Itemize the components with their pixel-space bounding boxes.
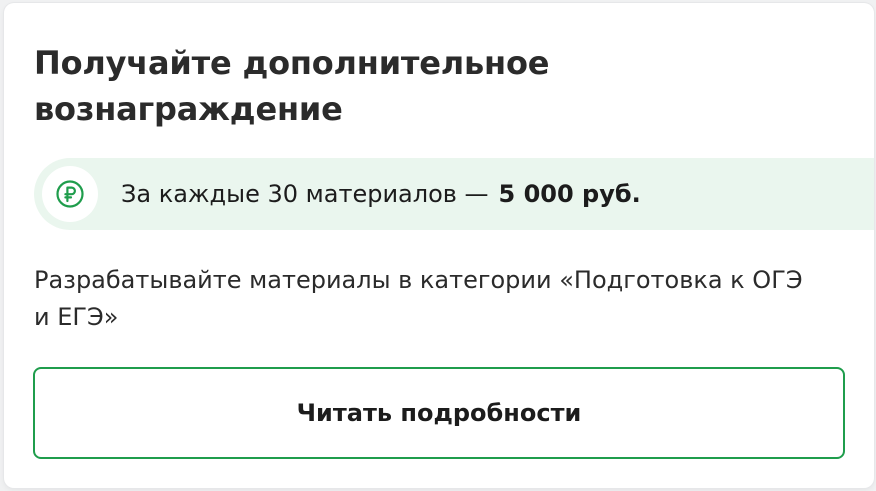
read-details-button[interactable]: Читать подробности [33, 367, 845, 459]
reward-amount: 5 000 руб. [498, 180, 641, 208]
card-description: Разрабатывайте материалы в категории «По… [34, 266, 803, 331]
ruble-icon [42, 166, 98, 222]
reward-card: Получайте дополнительное вознаграждение … [4, 3, 874, 488]
reward-text: За каждые 30 материалов — 5 000 руб. [121, 158, 641, 230]
reward-condition: За каждые 30 материалов — [121, 180, 489, 208]
card-title: Получайте дополнительное вознаграждение [34, 44, 550, 128]
reward-banner: За каждые 30 материалов — 5 000 руб. [34, 158, 874, 230]
